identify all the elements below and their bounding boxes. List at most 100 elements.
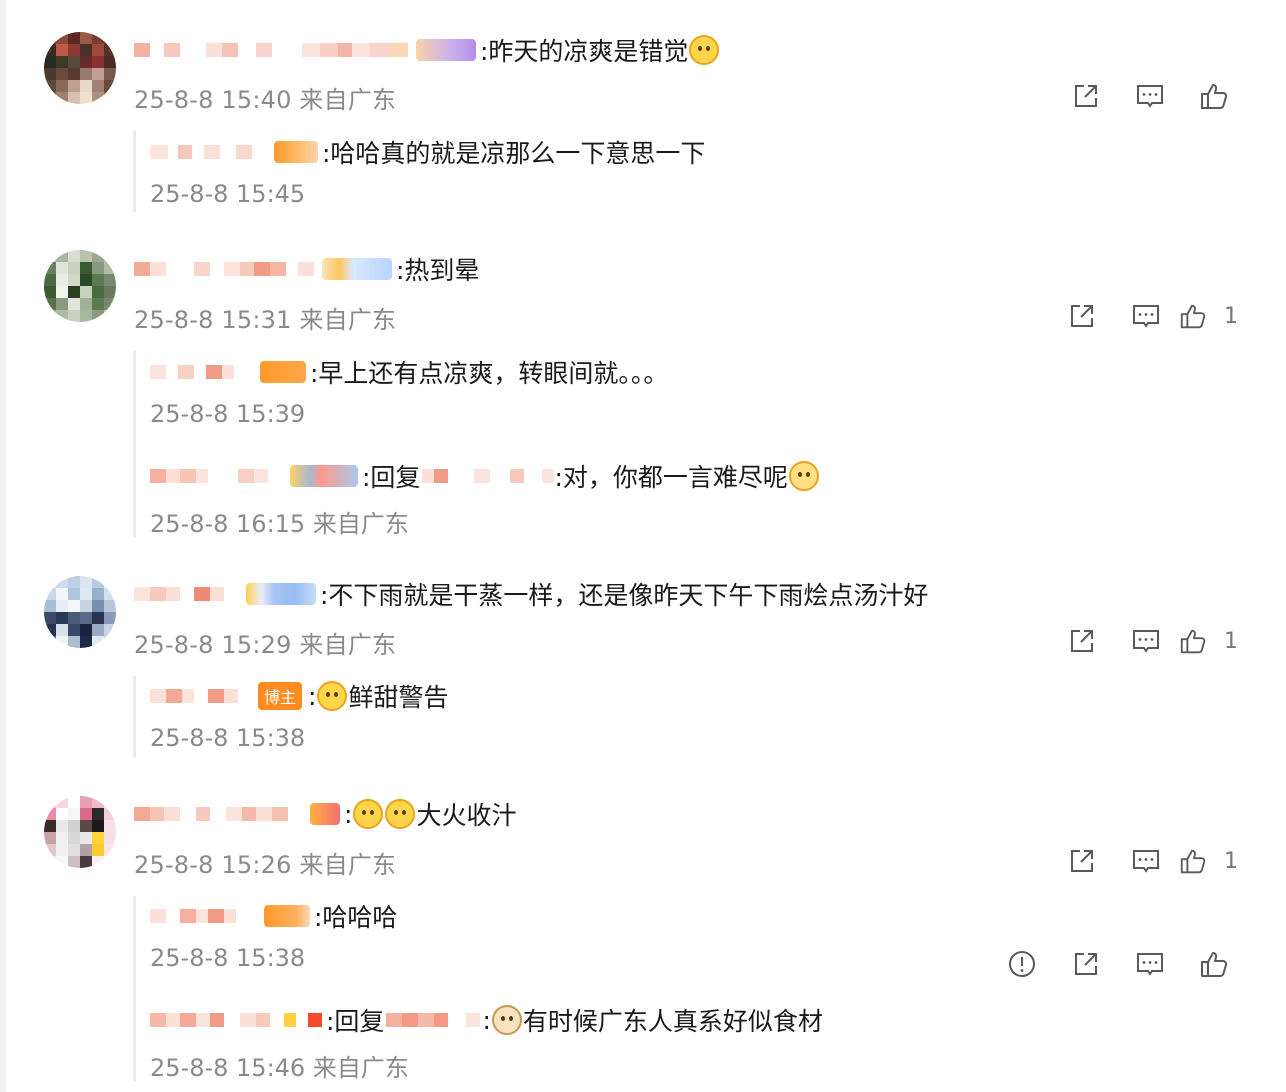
blurred-reply-target[interactable]: [422, 466, 555, 486]
left-edge-strip: [0, 0, 6, 1092]
share-button[interactable]: [1050, 621, 1114, 661]
reply-item: :哈哈真的就是凉那么一下意思一下 25-8-8 15:45: [150, 134, 705, 208]
comment-text: :昨天的凉爽是错觉: [480, 37, 689, 66]
reply-item: :哈哈哈 25-8-8 15:38: [150, 898, 397, 972]
avatar[interactable]: [44, 576, 116, 648]
comment-header: :热到晕: [134, 251, 479, 287]
comment-actions: [1054, 76, 1246, 116]
blurred-username[interactable]: [134, 259, 314, 279]
reply-meta: 25-8-8 15:45: [150, 180, 306, 208]
blurred-badge: [322, 258, 392, 280]
comment-header: :昨天的凉爽是错觉: [134, 32, 720, 68]
like-icon: [1201, 84, 1228, 109]
blurred-username[interactable]: [134, 584, 238, 604]
comment-button[interactable]: [1114, 621, 1178, 661]
blurred-username[interactable]: [150, 142, 266, 162]
share-button[interactable]: [1050, 296, 1114, 336]
share-icon: [1071, 630, 1093, 652]
comment-actions: 1: [1050, 296, 1242, 336]
reply-thread: :哈哈真的就是凉那么一下意思一下 25-8-8 15:45: [133, 130, 705, 212]
blurred-username[interactable]: [150, 1010, 322, 1030]
reply-meta: 25-8-8 15:46 来自广东: [150, 1054, 409, 1082]
comment-text: 大火收汁: [416, 801, 517, 830]
comment-header: : 大火收汁: [134, 796, 516, 832]
like-icon: [1180, 849, 1206, 874]
avatar[interactable]: [44, 32, 116, 104]
reply-to-label: :回复: [326, 1007, 385, 1036]
comment-icon: [1133, 305, 1159, 328]
comment-button[interactable]: [1114, 296, 1178, 336]
reply-colon: :: [482, 1005, 491, 1035]
blurred-username[interactable]: [134, 804, 302, 824]
reply-text: 鲜甜警告: [348, 683, 449, 712]
comment-icon: [1133, 630, 1159, 653]
comment-text: :热到晕: [396, 256, 480, 285]
report-icon: [1009, 951, 1035, 977]
yummy-face-emoji: [317, 681, 348, 711]
comment-meta: 25-8-8 15:40 来自广东: [134, 86, 397, 114]
comment-header: :不下雨就是干蒸一样，还是像昨天下午下雨烩点汤汁好: [134, 576, 928, 612]
comment-text: :不下雨就是干蒸一样，还是像昨天下午下雨烩点汤汁好: [320, 581, 929, 610]
comment-icon: [1137, 85, 1163, 108]
reply-item: :回复 :对，你都一言难尽呢 25-8-8 16:15 来自广东: [150, 458, 820, 539]
laughing-crying-emoji: [353, 799, 384, 829]
laughing-crying-emoji: [385, 799, 416, 829]
avatar[interactable]: [44, 796, 116, 868]
comment-meta: 25-8-8 15:29 来自广东: [134, 631, 397, 659]
reply-text: :早上还有点凉爽，转眼间就。。。: [310, 359, 669, 388]
reply-text: :哈哈真的就是凉那么一下意思一下: [322, 139, 706, 168]
reply-thread: 博主 : 鲜甜警告 25-8-8 15:38: [133, 676, 448, 758]
like-button[interactable]: 1: [1178, 296, 1242, 336]
reply-text: :对，你都一言难尽呢: [554, 463, 788, 492]
reply-item: :早上还有点凉爽，转眼间就。。。 25-8-8 15:39: [150, 354, 668, 428]
blurred-reply-target[interactable]: [386, 1010, 481, 1030]
reply-meta: 25-8-8 16:15 来自广东: [150, 510, 409, 538]
reply-text: 有时候广东人真系好似食材: [522, 1007, 823, 1036]
reply-meta: 25-8-8 15:38: [150, 724, 306, 752]
share-button[interactable]: [1050, 841, 1114, 881]
comment-actions: 1: [1050, 621, 1242, 661]
blurred-username[interactable]: [150, 686, 250, 706]
blurred-username[interactable]: [150, 906, 256, 926]
comment-button[interactable]: [1114, 841, 1178, 881]
report-button[interactable]: [990, 944, 1054, 984]
like-count: 1: [1224, 303, 1238, 329]
blurred-username[interactable]: [150, 466, 282, 486]
reply-meta: 25-8-8 15:38: [150, 944, 306, 972]
reply-actions: [990, 944, 1246, 984]
reply-to-label: :回复: [362, 463, 421, 492]
comment-button[interactable]: [1118, 944, 1182, 984]
share-button[interactable]: [1054, 944, 1118, 984]
blurred-username[interactable]: [134, 40, 408, 60]
blurred-badge: [310, 803, 340, 825]
like-icon: [1180, 304, 1206, 329]
share-icon: [1075, 85, 1097, 107]
avatar[interactable]: [44, 250, 116, 322]
reply-item: :回复 : 有时候广东人真系好似食材 25-8-8 15:46 来自广东: [150, 1002, 823, 1083]
reply-meta: 25-8-8 15:39: [150, 400, 306, 428]
comment-meta: 25-8-8 15:31 来自广东: [134, 306, 397, 334]
share-icon: [1075, 953, 1097, 975]
reply-text: :哈哈哈: [314, 903, 398, 932]
blurred-badge: [416, 39, 476, 61]
share-button[interactable]: [1054, 76, 1118, 116]
thinking-face-emoji: [788, 461, 819, 491]
like-button[interactable]: [1182, 76, 1246, 116]
like-button[interactable]: 1: [1178, 621, 1242, 661]
blurred-badge: [264, 905, 310, 927]
like-count: 1: [1224, 848, 1238, 874]
comment-actions: 1: [1050, 841, 1242, 881]
reply-item: 博主 : 鲜甜警告 25-8-8 15:38: [150, 678, 448, 752]
blurred-badge: [274, 141, 318, 163]
share-icon: [1071, 850, 1093, 872]
blurred-badge: [246, 583, 316, 605]
like-button[interactable]: 1: [1178, 841, 1242, 881]
blurred-badge: [260, 361, 306, 383]
like-icon: [1201, 952, 1228, 977]
comment-button[interactable]: [1118, 76, 1182, 116]
like-count: 1: [1224, 628, 1238, 654]
comment-colon: :: [344, 799, 353, 829]
blurred-username[interactable]: [150, 362, 252, 382]
reply-colon: :: [308, 681, 317, 711]
like-button[interactable]: [1182, 944, 1246, 984]
